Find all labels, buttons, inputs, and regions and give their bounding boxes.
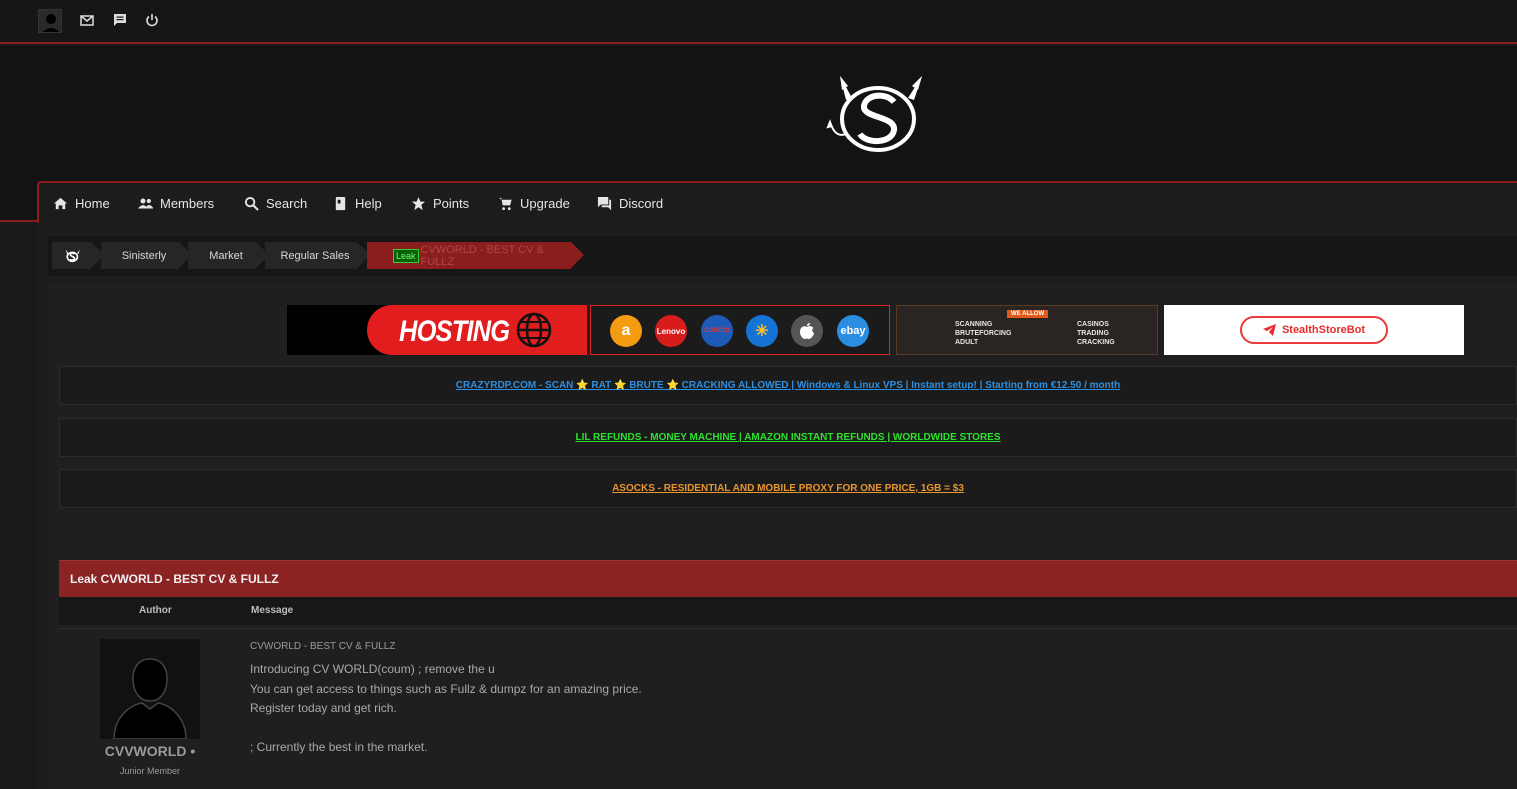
- user-rank: Junior Member: [119, 766, 181, 776]
- chat-icon[interactable]: [112, 12, 128, 28]
- post-title: CVWORLD - BEST CV & FULLZ: [250, 641, 396, 652]
- nav-points[interactable]: Points: [411, 183, 469, 223]
- nav-members-label: Members: [160, 195, 215, 211]
- home-icon: [53, 197, 68, 209]
- costco-logo: COSTCO: [701, 315, 733, 347]
- post-line: Introducing CV WORLD(coum) ; remove the …: [250, 662, 495, 676]
- breadcrumb-active-label: CVWORLD - BEST CV & FULLZ: [420, 243, 544, 268]
- site-logo[interactable]: [826, 72, 926, 156]
- globe-icon: [516, 312, 552, 348]
- announcement-link[interactable]: ASOCKS - RESIDENTIAL AND MOBILE PROXY FO…: [612, 483, 964, 494]
- breadcrumb-item[interactable]: Market: [188, 242, 269, 269]
- username[interactable]: CVVWORLD •: [59, 743, 241, 759]
- logo-icon: [65, 249, 80, 262]
- cart-icon: [498, 197, 512, 210]
- col-message: Message: [251, 605, 294, 616]
- announcement-link[interactable]: LIL REFUNDS - MONEY MACHINE | AMAZON INS…: [575, 432, 1000, 443]
- search-icon: [244, 196, 259, 211]
- nav-points-label: Points: [433, 195, 470, 211]
- power-icon[interactable]: [144, 12, 160, 28]
- breadcrumb: Sinisterly Market Regular Sales Leak CVW…: [48, 236, 1517, 276]
- members-icon: [138, 198, 153, 208]
- scan-item: BRUTEFORCING: [955, 330, 1012, 337]
- nav-help-label: Help: [355, 195, 382, 211]
- thread-title: Leak CVWORLD - BEST CV & FULLZ: [59, 560, 1517, 597]
- hosting-banner-text: HOSTING: [399, 315, 510, 348]
- main-nav: Home Members Search Help Points Upgrade …: [37, 181, 1517, 223]
- hosting-banner[interactable]: HOSTING: [287, 305, 587, 355]
- brands-banner[interactable]: a Lenovo COSTCO ✳ ebay: [590, 305, 890, 355]
- nav-home[interactable]: Home: [53, 183, 110, 223]
- scan-tag: WE ALLOW: [1007, 310, 1049, 318]
- thread-columns: Author Message: [59, 597, 1517, 625]
- nav-search-label: Search: [266, 195, 308, 211]
- nav-help[interactable]: Help: [333, 183, 382, 223]
- scan-item: TRADING: [1077, 330, 1109, 337]
- star-icon: [411, 196, 426, 210]
- stealth-label: StealthStoreBot: [1281, 324, 1366, 336]
- breadcrumb-home[interactable]: [52, 242, 104, 269]
- leak-tag: Leak: [393, 248, 419, 263]
- mail-icon[interactable]: [79, 12, 95, 28]
- post-line: Register today and get rich.: [250, 701, 397, 715]
- apple-icon: [800, 323, 814, 339]
- ebay-logo: ebay: [837, 315, 869, 347]
- nav-upgrade-label: Upgrade: [520, 195, 570, 211]
- post-line: ; Currently the best in the market.: [250, 740, 428, 754]
- scan-item: CASINOS: [1077, 321, 1109, 328]
- col-author: Author: [139, 605, 172, 616]
- avatar[interactable]: [100, 639, 200, 739]
- discord-icon: [597, 196, 612, 210]
- announcement-row: LIL REFUNDS - MONEY MACHINE | AMAZON INS…: [59, 418, 1517, 457]
- stealth-banner[interactable]: StealthStoreBot: [1164, 305, 1464, 355]
- left-strip: [0, 182, 38, 222]
- scan-item: CRACKING: [1077, 339, 1115, 346]
- scan-item: SCANNING: [955, 321, 993, 328]
- site-header: [0, 46, 1517, 182]
- telegram-icon: [1262, 324, 1276, 336]
- post: CVVWORLD • Junior Member CVWORLD - BEST …: [59, 628, 1517, 789]
- nav-search[interactable]: Search: [244, 183, 307, 223]
- default-avatar-icon: [113, 658, 187, 739]
- amazon-logo: a: [610, 315, 642, 347]
- nav-upgrade[interactable]: Upgrade: [498, 183, 570, 223]
- breadcrumb-item[interactable]: Sinisterly: [101, 242, 192, 269]
- scan-left-list: SCANNING BRUTEFORCING ADULT: [955, 320, 1011, 347]
- announcement-link[interactable]: CRAZYRDP.COM - SCAN ⭐ RAT ⭐ BRUTE ⭐ CRAC…: [456, 380, 1120, 391]
- help-icon: [335, 196, 346, 210]
- scanning-banner[interactable]: WE ALLOW SCANNING BRUTEFORCING ADULT CAS…: [896, 305, 1158, 355]
- announcement-row: ASOCKS - RESIDENTIAL AND MOBILE PROXY FO…: [59, 469, 1517, 508]
- top-bar: [0, 0, 1517, 44]
- breadcrumb-item[interactable]: Regular Sales: [265, 242, 370, 269]
- breadcrumb-active: Leak CVWORLD - BEST CV & FULLZ: [367, 242, 584, 269]
- walmart-logo: ✳: [746, 315, 778, 347]
- post-line: You can get access to things such as Ful…: [250, 682, 642, 696]
- apple-logo: [791, 315, 823, 347]
- scan-right-list: CASINOS TRADING CRACKING: [1077, 320, 1115, 347]
- scan-item: ADULT: [955, 339, 979, 346]
- stealth-pill: StealthStoreBot: [1240, 316, 1388, 344]
- avatar-icon[interactable]: [38, 9, 62, 33]
- announcement-row: CRAZYRDP.COM - SCAN ⭐ RAT ⭐ BRUTE ⭐ CRAC…: [59, 366, 1517, 405]
- nav-discord-label: Discord: [619, 195, 664, 211]
- nav-home-label: Home: [75, 195, 110, 211]
- nav-members[interactable]: Members: [138, 183, 214, 223]
- nav-discord[interactable]: Discord: [597, 183, 663, 223]
- lenovo-logo: Lenovo: [655, 315, 687, 347]
